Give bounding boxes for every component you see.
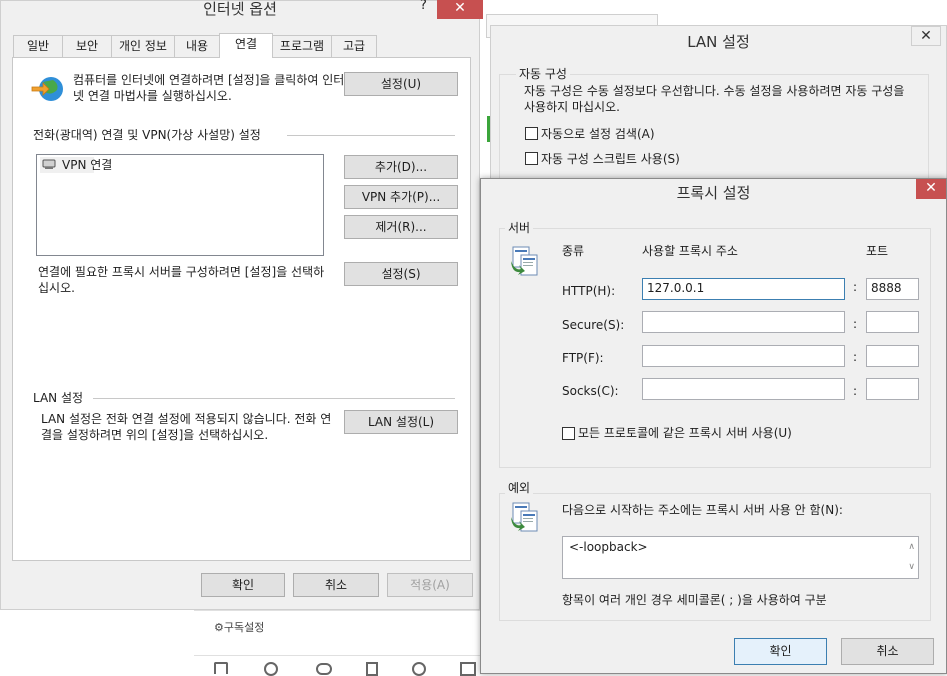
- tab-advanced-label: 고급: [342, 39, 366, 53]
- tab-security-label: 보안: [75, 39, 99, 53]
- proxy-settings-close-button[interactable]: ✕: [916, 179, 946, 199]
- ftp-port-input[interactable]: [866, 345, 919, 367]
- chat-icon[interactable]: [316, 663, 332, 675]
- add-button[interactable]: 추가(D)...: [344, 155, 458, 179]
- tab-connections[interactable]: 연결: [219, 33, 273, 58]
- secure-label: Secure(S):: [562, 318, 625, 332]
- scroll-down-icon[interactable]: ∨: [908, 560, 915, 575]
- exceptions-group-title: 예외: [505, 481, 534, 495]
- lan-divider: [93, 398, 455, 399]
- auto-detect-checkbox[interactable]: [525, 127, 538, 140]
- lan-settings-title: LAN 설정: [687, 33, 750, 51]
- dialup-divider: [287, 135, 455, 136]
- exceptions-description: 다음으로 시작하는 주소에는 프록시 서버 사용 안 함(N):: [562, 503, 843, 517]
- close-icon: ✕: [454, 0, 466, 16]
- tab-security[interactable]: 보안: [62, 35, 112, 57]
- socks-label: Socks(C):: [562, 384, 619, 398]
- lan-description: LAN 설정은 전화 연결 설정에 적용되지 않습니다. 전화 연결을 설정하려…: [41, 412, 332, 442]
- exceptions-hint: 항목이 여러 개인 경우 세미콜론( ; )을 사용하여 구분: [562, 593, 827, 607]
- lan-heading: LAN 설정: [33, 391, 84, 405]
- vpn-connection-label: VPN 연결: [62, 158, 113, 172]
- ftp-colon: :: [853, 350, 858, 364]
- proxy-settings-dialog: 프록시 설정 ✕ 서버 종류 사용할 프록시 주소 포트 HTTP(H): 12…: [480, 178, 947, 674]
- connections-tab-page: 컴퓨터를 인터넷에 연결하려면 [설정]을 클릭하여 인터넷 연결 마법사를 실…: [12, 57, 471, 561]
- subscribe-settings-link[interactable]: ⚙구독설정: [214, 620, 264, 636]
- connections-list[interactable]: VPN 연결: [36, 154, 324, 256]
- exceptions-textarea[interactable]: <-loopback> ∧ ∨: [562, 536, 919, 579]
- server-group-title: 서버: [505, 221, 534, 235]
- http-address-input[interactable]: 127.0.0.1: [642, 278, 845, 300]
- background-icon-row: [194, 655, 484, 674]
- internet-options-title: 인터넷 옵션: [203, 0, 277, 18]
- same-proxy-checkbox[interactable]: [562, 427, 575, 440]
- tab-privacy-label: 개인 정보: [119, 39, 167, 53]
- ok-button[interactable]: 확인: [201, 573, 285, 597]
- socks-port-input[interactable]: [866, 378, 919, 400]
- proxy-description: 연결에 필요한 프록시 서버를 구성하려면 [설정]을 선택하십시오.: [38, 265, 325, 295]
- auto-script-checkbox[interactable]: [525, 152, 538, 165]
- tab-advanced[interactable]: 고급: [331, 35, 377, 57]
- http-colon: :: [853, 280, 858, 294]
- ftp-label: FTP(F):: [562, 351, 604, 365]
- auto-config-group-title: 자동 구성: [516, 67, 570, 81]
- proxy-cancel-button[interactable]: 취소: [841, 638, 934, 665]
- tab-general-label: 일반: [26, 39, 50, 53]
- tab-general[interactable]: 일반: [13, 35, 63, 57]
- apply-button[interactable]: 적용(A): [387, 573, 473, 597]
- auto-config-description: 자동 구성은 수동 설정보다 우선합니다. 수동 설정을 사용하려면 자동 구성…: [524, 84, 905, 114]
- tab-connections-label: 연결: [234, 37, 258, 51]
- close-icon: ✕: [920, 28, 932, 44]
- same-proxy-label[interactable]: 모든 프로토콜에 같은 프록시 서버 사용(U): [578, 425, 792, 441]
- tab-content[interactable]: 내용: [174, 35, 220, 57]
- setup-description: 컴퓨터를 인터넷에 연결하려면 [설정]을 클릭하여 인터넷 연결 마법사를 실…: [73, 73, 345, 103]
- add-vpn-button[interactable]: VPN 추가(P)...: [344, 185, 458, 209]
- tab-programs[interactable]: 프로그램: [272, 35, 332, 57]
- close-icon: ✕: [925, 180, 937, 196]
- exceptions-value: <-loopback>: [569, 540, 648, 554]
- tab-content-label: 내용: [185, 39, 209, 53]
- http-label: HTTP(H):: [562, 284, 616, 298]
- help-button[interactable]: ?: [420, 0, 427, 14]
- internet-options-dialog: 인터넷 옵션 ? ✕ 일반 보안 개인 정보 내용 연결 프로그램 고급 컴퓨터…: [0, 0, 483, 610]
- dialup-vpn-heading: 전화(광대역) 연결 및 VPN(가상 사설망) 설정: [33, 128, 261, 142]
- secure-address-input[interactable]: [642, 311, 845, 333]
- proxy-ok-button[interactable]: 확인: [734, 638, 827, 665]
- column-port-header: 포트: [866, 244, 889, 258]
- socks-address-input[interactable]: [642, 378, 845, 400]
- tab-programs-label: 프로그램: [279, 39, 325, 53]
- cancel-button[interactable]: 취소: [293, 573, 379, 597]
- secure-port-input[interactable]: [866, 311, 919, 333]
- remove-button[interactable]: 제거(R)...: [344, 215, 458, 239]
- socks-colon: :: [853, 384, 858, 398]
- home-icon[interactable]: [214, 662, 228, 674]
- auto-detect-label[interactable]: 자동으로 설정 검색(A): [541, 126, 655, 142]
- settings-button[interactable]: 설정(S): [344, 262, 458, 286]
- http-port-input[interactable]: 8888: [866, 278, 919, 300]
- internet-options-close-button[interactable]: ✕: [437, 0, 483, 19]
- auto-script-label[interactable]: 자동 구성 스크립트 사용(S): [541, 151, 680, 167]
- vpn-connection-icon: [42, 159, 56, 170]
- exceptions-icon: [509, 501, 541, 533]
- internet-globe-icon: [31, 74, 65, 104]
- scroll-up-icon[interactable]: ∧: [908, 540, 915, 555]
- secure-colon: :: [853, 317, 858, 331]
- column-address-header: 사용할 프록시 주소: [642, 244, 738, 258]
- tab-privacy[interactable]: 개인 정보: [111, 35, 175, 57]
- proxy-settings-title: 프록시 설정: [676, 184, 751, 202]
- ftp-address-input[interactable]: [642, 345, 845, 367]
- setup-button[interactable]: 설정(U): [344, 72, 458, 96]
- server-settings-icon: [509, 245, 541, 277]
- column-type-header: 종류: [562, 244, 585, 258]
- lan-settings-close-button[interactable]: ✕: [911, 26, 941, 46]
- lan-settings-button[interactable]: LAN 설정(L): [344, 410, 458, 434]
- lan-settings-dialog: LAN 설정 ✕ 자동 구성 자동 구성은 수동 설정보다 우선합니다. 수동 …: [490, 25, 947, 195]
- list-item[interactable]: VPN 연결: [40, 157, 112, 173]
